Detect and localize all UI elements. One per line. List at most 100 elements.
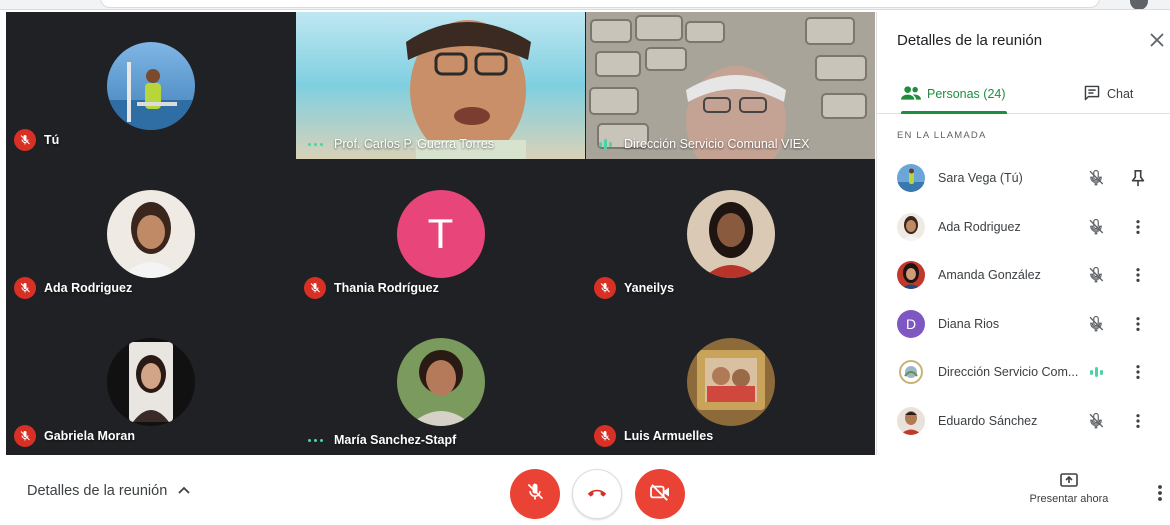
participant-label: Yaneilys [594, 277, 674, 299]
bottom-toolbar: Detalles de la reunión Presentar ahora [0, 455, 1170, 525]
panel-title: Detalles de la reunión [897, 32, 1043, 49]
more-vert-icon[interactable] [1127, 216, 1149, 238]
participant-name: Prof. Carlos P. Guerra Torres [334, 137, 495, 151]
mic-off-icon [14, 425, 36, 447]
list-item[interactable]: Amanda González [877, 251, 1170, 300]
camera-toggle-button[interactable] [635, 469, 685, 519]
person-name: Dirección Servicio Com... [938, 365, 1079, 380]
person-name: Diana Rios [938, 316, 1000, 331]
list-item[interactable]: Sara Vega (Tú) [877, 154, 1170, 203]
participant-avatar [106, 42, 195, 130]
profile-avatar[interactable] [1130, 0, 1148, 9]
present-now-label: Presentar ahora [1029, 493, 1109, 505]
mic-off-icon [1085, 216, 1107, 238]
mic-off-icon [14, 277, 36, 299]
more-vert-icon[interactable] [1127, 313, 1149, 335]
talking-indicator-icon [304, 438, 326, 442]
participant-name: Luis Armuelles [624, 429, 714, 443]
active-tab-indicator [901, 111, 1007, 114]
mic-off-icon [1085, 410, 1107, 432]
list-item[interactable]: Eduardo Sánchez [877, 397, 1170, 446]
person-avatar [897, 358, 925, 387]
mic-off-icon [14, 129, 36, 151]
chat-icon [1083, 85, 1101, 104]
close-icon[interactable] [1146, 29, 1168, 51]
list-item[interactable]: Ada Rodriguez [877, 203, 1170, 252]
participant-name: Gabriela Moran [44, 429, 135, 443]
person-avatar [897, 406, 925, 435]
leave-call-button[interactable] [572, 469, 622, 519]
participant-tile[interactable]: Prof. Carlos P. Guerra Torres [296, 12, 585, 159]
tab-people[interactable]: Personas (24) [901, 74, 1006, 114]
person-name: Eduardo Sánchez [938, 413, 1038, 428]
more-vert-icon[interactable] [1127, 264, 1149, 286]
participant-tile[interactable]: Tú [6, 12, 295, 159]
participant-label: Ada Rodriguez [14, 277, 132, 299]
camera-off-icon [649, 483, 671, 506]
mic-off-icon [1085, 313, 1107, 335]
participant-avatar [106, 338, 195, 426]
participant-avatar [396, 338, 485, 426]
tab-people-label: Personas (24) [927, 87, 1006, 101]
speaking-icon [1085, 361, 1107, 383]
hang-up-icon [586, 485, 608, 503]
talking-indicator-icon [594, 138, 616, 150]
participant-name: Thania Rodríguez [334, 281, 439, 295]
participant-tile[interactable]: Dirección Servicio Comunal VIEX [586, 12, 875, 159]
panel-tabs: Personas (24) Chat [877, 74, 1170, 114]
tab-chat-label: Chat [1107, 87, 1134, 101]
people-list: Sara Vega (Tú) Ada Rodriguez Amanda Gonz… [877, 154, 1170, 445]
more-vert-icon[interactable] [1127, 361, 1149, 383]
participant-avatar [686, 190, 775, 278]
participant-tile[interactable]: Luis Armuelles [586, 308, 875, 455]
talking-indicator-icon [304, 142, 326, 146]
browser-toolbar [0, 0, 1170, 10]
meeting-details-label: Detalles de la reunión [27, 483, 168, 499]
list-item[interactable]: Dirección Servicio Com... [877, 348, 1170, 397]
participant-name: Ada Rodriguez [44, 281, 133, 295]
people-icon [901, 85, 921, 104]
more-options-icon[interactable] [1150, 483, 1170, 503]
participant-label: Thania Rodríguez [304, 277, 439, 299]
participant-tile[interactable]: Yaneilys [586, 160, 875, 307]
mic-off-icon [1085, 264, 1107, 286]
participant-label: María Sanchez-Stapf [304, 433, 456, 447]
participant-avatar [686, 338, 775, 426]
person-avatar [897, 261, 925, 290]
section-label: EN LA LLAMADA [897, 130, 987, 141]
person-name: Amanda González [938, 268, 1041, 283]
person-avatar [897, 212, 925, 241]
participant-label: Prof. Carlos P. Guerra Torres [304, 137, 494, 151]
pin-icon[interactable] [1127, 167, 1149, 189]
meeting-details-panel: Detalles de la reunión Personas (24) Cha… [876, 12, 1170, 455]
participant-tile[interactable]: Ada Rodriguez [6, 160, 295, 307]
more-vert-icon[interactable] [1127, 410, 1149, 432]
mic-off-icon [525, 482, 545, 507]
participant-label: Gabriela Moran [14, 425, 135, 447]
participant-label: Dirección Servicio Comunal VIEX [594, 137, 810, 151]
participant-tile[interactable]: María Sanchez-Stapf [296, 308, 585, 455]
person-name: Sara Vega (Tú) [938, 171, 1023, 186]
participant-tile[interactable]: Gabriela Moran [6, 308, 295, 455]
list-item[interactable]: D Diana Rios [877, 300, 1170, 349]
mic-off-icon [304, 277, 326, 299]
participant-name: Dirección Servicio Comunal VIEX [624, 137, 810, 151]
participant-label: Tú [14, 129, 59, 151]
mic-off-icon [594, 425, 616, 447]
chevron-up-icon [177, 483, 191, 499]
meeting-details-button[interactable]: Detalles de la reunión [27, 483, 191, 499]
participant-avatar [106, 190, 195, 278]
present-now-button[interactable]: Presentar ahora [1020, 473, 1118, 505]
person-avatar: D [897, 309, 925, 338]
participant-name: Yaneilys [624, 281, 675, 295]
meet-app: Tú Prof. Carlos P. Guerra Torres Direcci… [0, 0, 1170, 525]
participant-tile[interactable]: T Thania Rodríguez [296, 160, 585, 307]
participant-avatar: T [396, 190, 485, 278]
tab-chat[interactable]: Chat [1083, 74, 1133, 114]
video-grid: Tú Prof. Carlos P. Guerra Torres Direcci… [6, 12, 875, 455]
address-bar[interactable] [100, 0, 1100, 8]
person-avatar [897, 164, 925, 193]
mic-toggle-button[interactable] [510, 469, 560, 519]
person-name: Ada Rodriguez [938, 219, 1021, 234]
mic-off-icon [594, 277, 616, 299]
